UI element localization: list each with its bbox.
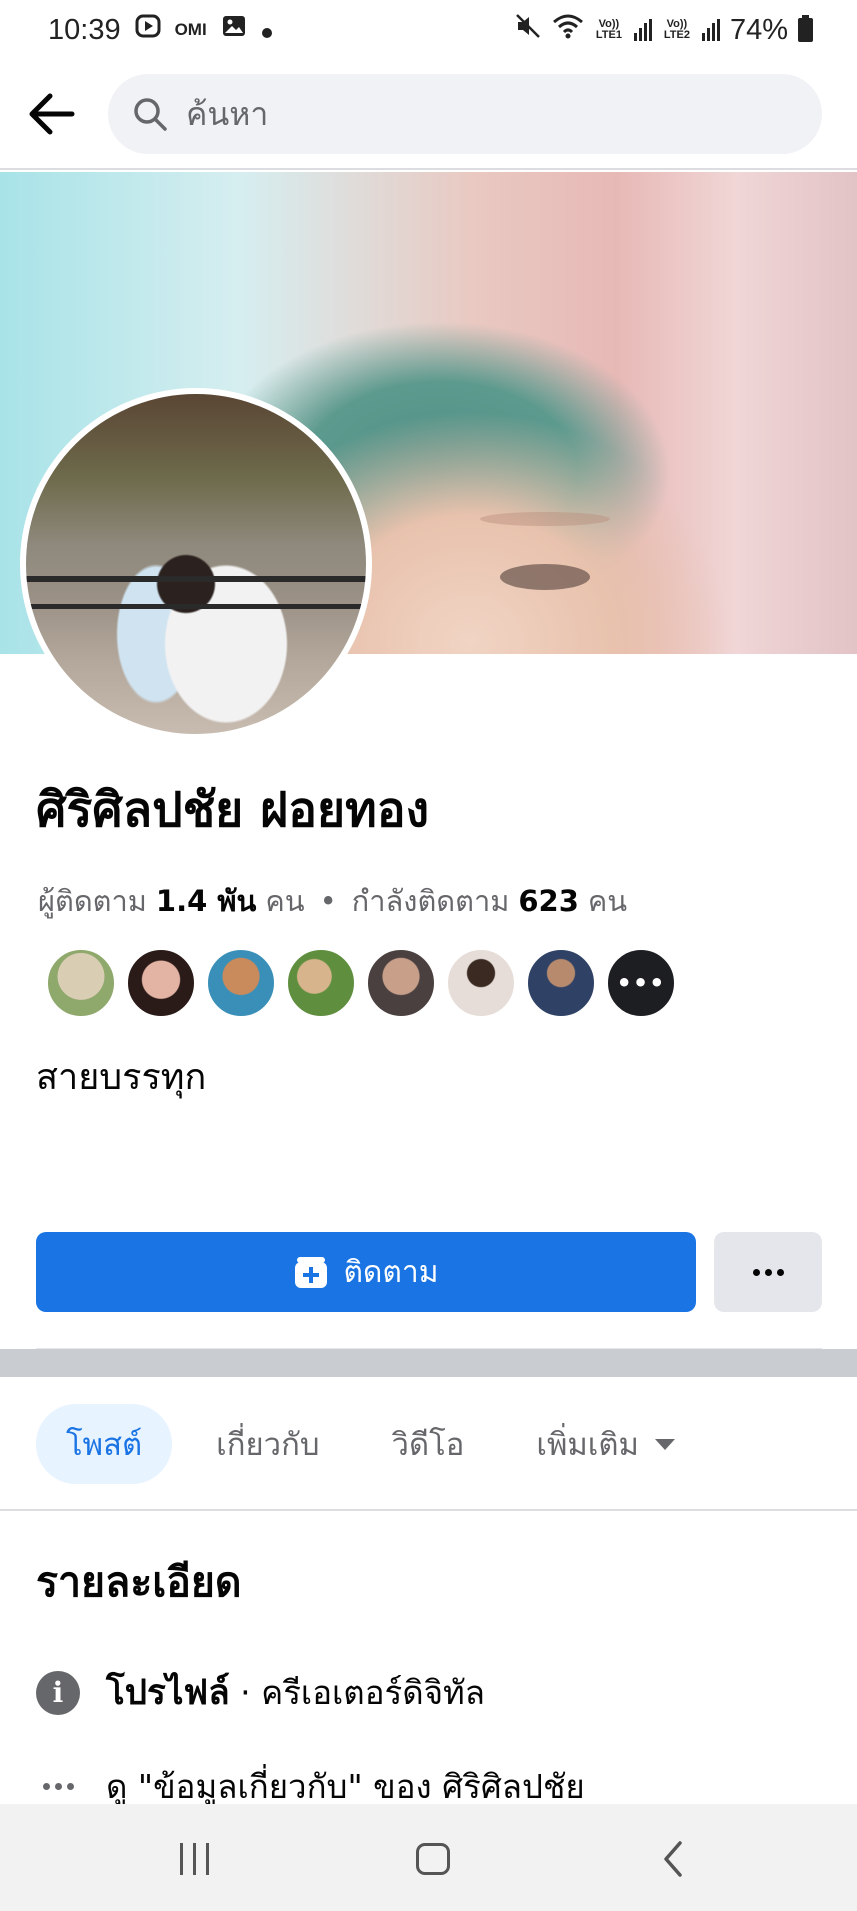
search-icon bbox=[134, 98, 167, 131]
omi-icon: OMI bbox=[174, 20, 207, 39]
search-header bbox=[0, 60, 857, 170]
more-options-button[interactable] bbox=[714, 1232, 822, 1312]
profile-bio: สายบรรทุก bbox=[36, 1057, 207, 1098]
follow-button[interactable]: ติดตาม bbox=[36, 1232, 696, 1312]
profile-type-text: โปรไฟล์ · ครีเอเตอร์ดิจิทัล bbox=[106, 1665, 485, 1720]
following-count[interactable]: 623 bbox=[518, 884, 579, 918]
play-icon bbox=[135, 13, 161, 47]
search-box[interactable] bbox=[108, 74, 822, 154]
gallery-icon bbox=[221, 13, 247, 47]
follower-avatar[interactable] bbox=[206, 948, 276, 1018]
home-icon bbox=[416, 1843, 450, 1875]
battery-icon bbox=[798, 15, 813, 42]
stats-separator: • bbox=[319, 884, 337, 918]
followers-label: ผู้ติดตาม bbox=[38, 884, 147, 918]
home-button[interactable] bbox=[393, 1834, 473, 1884]
dot-icon bbox=[261, 14, 273, 47]
follow-stats: ผู้ติดตาม 1.4 พัน คน • กำลังติดตาม 623 ค… bbox=[38, 878, 627, 924]
sim1-label: Vo)) LTE1 bbox=[595, 18, 622, 41]
profile-type-value: · ครีเอเตอร์ดิจิทัล bbox=[229, 1673, 486, 1712]
info-icon: i bbox=[36, 1670, 80, 1715]
photo-detail bbox=[26, 576, 366, 582]
signal1-icon bbox=[633, 19, 652, 41]
follower-avatar[interactable] bbox=[366, 948, 436, 1018]
profile-name: ศิริศิลปชัย ฝอยทอง bbox=[36, 782, 429, 838]
profile-tabs: โพสต์ เกี่ยวกับ วิดีโอ เพิ่มเติม bbox=[36, 1404, 675, 1484]
tab-more-label: เพิ่มเติม bbox=[536, 1427, 639, 1463]
more-dots-icon bbox=[36, 1783, 80, 1790]
follower-avatar[interactable] bbox=[526, 948, 596, 1018]
recent-apps-icon bbox=[179, 1843, 209, 1875]
back-button[interactable] bbox=[22, 88, 82, 140]
tab-posts[interactable]: โพสต์ bbox=[36, 1404, 173, 1484]
follower-avatar[interactable] bbox=[46, 948, 116, 1018]
wifi-icon bbox=[552, 12, 584, 48]
follower-avatar[interactable] bbox=[286, 948, 356, 1018]
follower-avatar[interactable] bbox=[446, 948, 516, 1018]
cover-detail bbox=[500, 564, 590, 590]
sim2-label: Vo)) LTE2 bbox=[663, 18, 690, 41]
tab-about[interactable]: เกี่ยวกับ bbox=[216, 1404, 319, 1484]
following-label: กำลังติดตาม bbox=[351, 884, 510, 918]
photo-detail bbox=[26, 604, 366, 609]
details-title: รายละเอียด bbox=[36, 1558, 242, 1606]
tabs-divider bbox=[0, 1509, 857, 1511]
status-right: Vo)) LTE1 Vo)) LTE2 74% bbox=[514, 12, 813, 48]
arrow-left-icon bbox=[29, 93, 75, 135]
tab-videos[interactable]: วิดีโอ bbox=[392, 1404, 465, 1484]
battery-percent: 74% bbox=[729, 13, 788, 46]
status-left: 10:39 OMI bbox=[48, 13, 273, 47]
profile-type-label: โปรไฟล์ bbox=[106, 1673, 230, 1713]
caret-down-icon bbox=[654, 1438, 675, 1450]
cover-detail bbox=[480, 512, 610, 526]
system-nav-bar bbox=[0, 1804, 857, 1911]
followers-count[interactable]: 1.4 พัน bbox=[156, 878, 256, 924]
mute-icon bbox=[514, 12, 542, 48]
tab-more[interactable]: เพิ่มเติม bbox=[536, 1404, 675, 1484]
followers-unit: คน bbox=[265, 884, 305, 918]
system-back-button[interactable] bbox=[633, 1834, 713, 1884]
back-icon bbox=[664, 1841, 682, 1877]
search-input[interactable] bbox=[186, 95, 746, 133]
section-divider bbox=[0, 1349, 857, 1377]
more-followers-button[interactable]: ••• bbox=[606, 948, 676, 1018]
status-bar: 10:39 OMI Vo)) LTE1 Vo)) LTE2 74% bbox=[0, 0, 857, 60]
status-time: 10:39 bbox=[48, 13, 121, 46]
mutual-avatars-row: ••• bbox=[46, 948, 676, 1018]
add-friend-icon bbox=[295, 1257, 328, 1288]
following-unit: คน bbox=[587, 884, 628, 918]
follower-avatar[interactable] bbox=[126, 948, 196, 1018]
more-dots-icon bbox=[746, 1268, 790, 1276]
signal2-icon bbox=[701, 19, 720, 41]
profile-type-row: i โปรไฟล์ · ครีเอเตอร์ดิจิทัล bbox=[36, 1665, 485, 1720]
recent-apps-button[interactable] bbox=[154, 1834, 234, 1884]
follow-button-label: ติดตาม bbox=[343, 1254, 439, 1290]
profile-picture[interactable] bbox=[20, 388, 372, 740]
